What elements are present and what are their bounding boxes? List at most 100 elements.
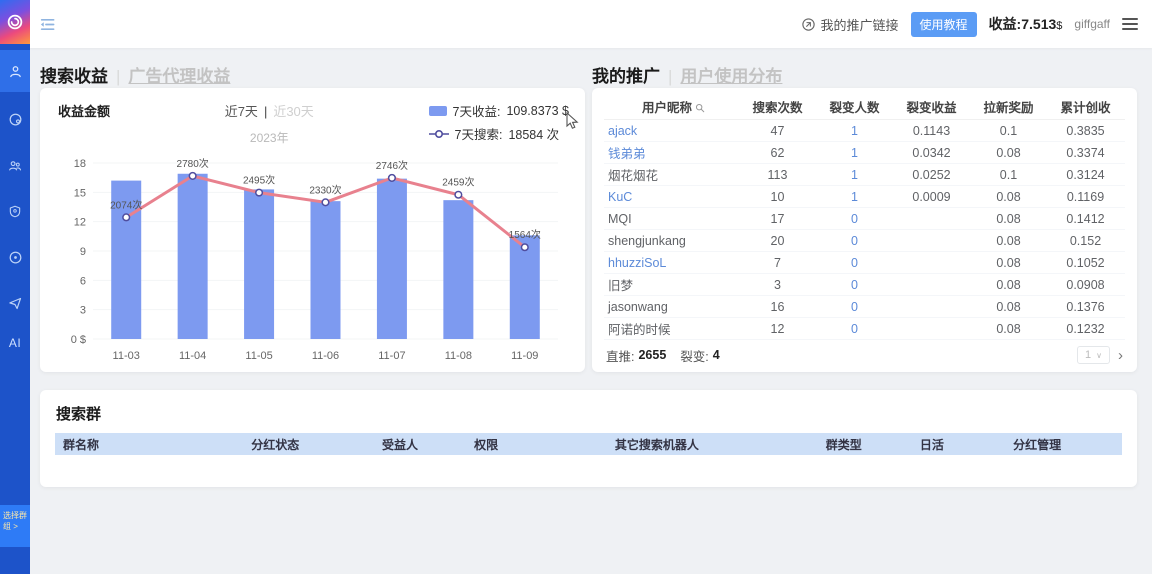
legend-line-swatch (429, 129, 449, 139)
sidebar-item-users[interactable] (0, 50, 30, 92)
tutorial-button[interactable]: 使用教程 (911, 12, 977, 37)
svg-text:2330次: 2330次 (309, 183, 341, 196)
dashboard-page: AI 选择群 组 > 我的推广链接 使用教程 (0, 0, 1152, 574)
col-dividend-status: 分红状态 (243, 436, 374, 453)
search-count: 10 (739, 190, 816, 204)
user-nickname[interactable]: ajack (604, 124, 739, 138)
search-count: 7 (739, 256, 816, 270)
direct-value: 2655 (638, 348, 666, 362)
app-logo (0, 0, 30, 44)
col-searches: 搜索次数 (739, 97, 816, 116)
search-icon[interactable] (695, 103, 705, 113)
promo-link-label: 我的推广链接 (821, 15, 899, 34)
revenue-chart-card: 收益金额 近7天|近30天 2023年 7天收益: 109.8373 $ (40, 88, 585, 372)
sidebar-item-send[interactable] (0, 282, 30, 324)
sidebar-item-ai[interactable]: AI (0, 322, 30, 364)
fission-count[interactable]: 1 (816, 146, 893, 160)
fission-revenue: 0.0252 (893, 168, 970, 182)
sidebar-item-disc[interactable] (0, 236, 30, 278)
total-revenue: 0.1169 (1047, 190, 1124, 204)
table-row: jasonwang1600.080.1376 (604, 296, 1125, 318)
promo-link[interactable]: 我的推广链接 (801, 15, 899, 34)
total-revenue: 0.0908 (1047, 278, 1124, 292)
referral-reward: 0.1 (970, 124, 1047, 138)
legend-line-value: 18584 次 (508, 124, 559, 143)
sidebar-collapse-button[interactable] (40, 17, 57, 32)
referral-reward: 0.08 (970, 146, 1047, 160)
revenue-value: 7.513 (1021, 16, 1056, 32)
svg-text:11-05: 11-05 (245, 350, 272, 362)
user-nickname[interactable]: KuC (604, 190, 739, 204)
search-count: 16 (739, 300, 816, 314)
col-fission-count: 裂变人数 (816, 97, 893, 116)
table-row: 烟花烟花11310.02520.10.3124 (604, 164, 1125, 186)
tab-my-promotion[interactable]: 我的推广 (592, 67, 660, 86)
search-count: 47 (739, 124, 816, 138)
search-count: 17 (739, 212, 816, 226)
fission-count[interactable]: 0 (816, 300, 893, 314)
tab-ad-agent-revenue[interactable]: 广告代理收益 (128, 67, 230, 86)
svg-text:2074次: 2074次 (110, 198, 142, 211)
groups-title: 搜索群 (40, 390, 1137, 433)
next-page-button[interactable]: › (1118, 348, 1123, 363)
fission-count[interactable]: 0 (816, 234, 893, 248)
sidebar-item-team[interactable] (0, 144, 30, 186)
user-menu-button[interactable] (1122, 15, 1138, 33)
table-row: 旧梦300.080.0908 (604, 274, 1125, 296)
svg-text:12: 12 (74, 217, 86, 229)
table-row: ajack4710.11430.10.3835 (604, 120, 1125, 142)
user-nickname[interactable]: hhuzziSoL (604, 256, 739, 270)
fission-count[interactable]: 0 (816, 256, 893, 270)
svg-text:11-08: 11-08 (445, 350, 472, 362)
table-row: hhuzziSoL700.080.1052 (604, 252, 1125, 274)
search-count: 20 (739, 234, 816, 248)
chart-legend: 7天收益: 109.8373 $ 7天搜索: 18584 次 (429, 101, 570, 147)
page-select[interactable]: 1∨ (1077, 346, 1110, 364)
svg-text:1564次: 1564次 (509, 228, 541, 241)
link-icon (801, 17, 816, 32)
user-nickname[interactable]: 钱弟弟 (604, 143, 739, 162)
metric-title: 收益金额 (58, 101, 110, 147)
referral-reward: 0.08 (970, 278, 1047, 292)
svg-text:2780次: 2780次 (177, 157, 209, 170)
col-total-revenue: 累计创收 (1047, 97, 1124, 116)
table-footer: 直推:2655 裂变:4 1∨ › (604, 340, 1125, 370)
table-body: ajack4710.11430.10.3835钱弟弟6210.03420.080… (604, 120, 1125, 340)
col-group-type: 群类型 (818, 436, 912, 453)
fission-revenue: 0.0009 (893, 190, 970, 204)
col-fission-revenue: 裂变收益 (893, 97, 970, 116)
fission-count[interactable]: 1 (816, 168, 893, 182)
groups-header-row: 群名称 分红状态 受益人 权限 其它搜索机器人 群类型 日活 分红管理 (55, 433, 1122, 455)
fission-count[interactable]: 0 (816, 212, 893, 226)
tab-search-revenue[interactable]: 搜索收益 (40, 67, 108, 86)
search-count: 12 (739, 322, 816, 336)
select-group-badge[interactable]: 选择群 组 > (0, 505, 30, 547)
badge-line2: 组 > (3, 521, 29, 532)
user-nickname: 阿诺的时候 (604, 319, 739, 338)
svg-text:11-09: 11-09 (511, 350, 538, 362)
range-7days-tab[interactable]: 近7天 (225, 104, 258, 119)
topbar: 我的推广链接 使用教程 收益:7.513$ giffgaff (30, 0, 1152, 48)
search-groups-card: 搜索群 群名称 分红状态 受益人 权限 其它搜索机器人 群类型 日活 分红管理 (40, 390, 1137, 487)
referral-reward: 0.08 (970, 256, 1047, 270)
fission-count[interactable]: 1 (816, 190, 893, 204)
user-icon (8, 64, 23, 79)
svg-text:11-07: 11-07 (378, 350, 405, 362)
svg-text:18: 18 (74, 158, 86, 170)
fission-count[interactable]: 1 (816, 124, 893, 138)
tab-user-distribution[interactable]: 用户使用分布 (680, 67, 782, 86)
shield-icon (8, 204, 22, 219)
svg-text:0 $: 0 $ (71, 334, 86, 346)
range-30days-tab[interactable]: 近30天 (273, 104, 313, 119)
sidebar: AI 选择群 组 > (0, 0, 30, 574)
user-nickname: 烟花烟花 (604, 165, 739, 184)
user-nickname: jasonwang (604, 300, 739, 314)
fission-count[interactable]: 0 (816, 278, 893, 292)
fission-count[interactable]: 0 (816, 322, 893, 336)
referral-reward: 0.08 (970, 212, 1047, 226)
referral-reward: 0.08 (970, 190, 1047, 204)
sidebar-item-shield[interactable] (0, 190, 30, 232)
sidebar-item-globe[interactable] (0, 98, 30, 140)
col-daily-active: 日活 (912, 436, 1005, 453)
collapse-menu-icon (40, 17, 57, 32)
